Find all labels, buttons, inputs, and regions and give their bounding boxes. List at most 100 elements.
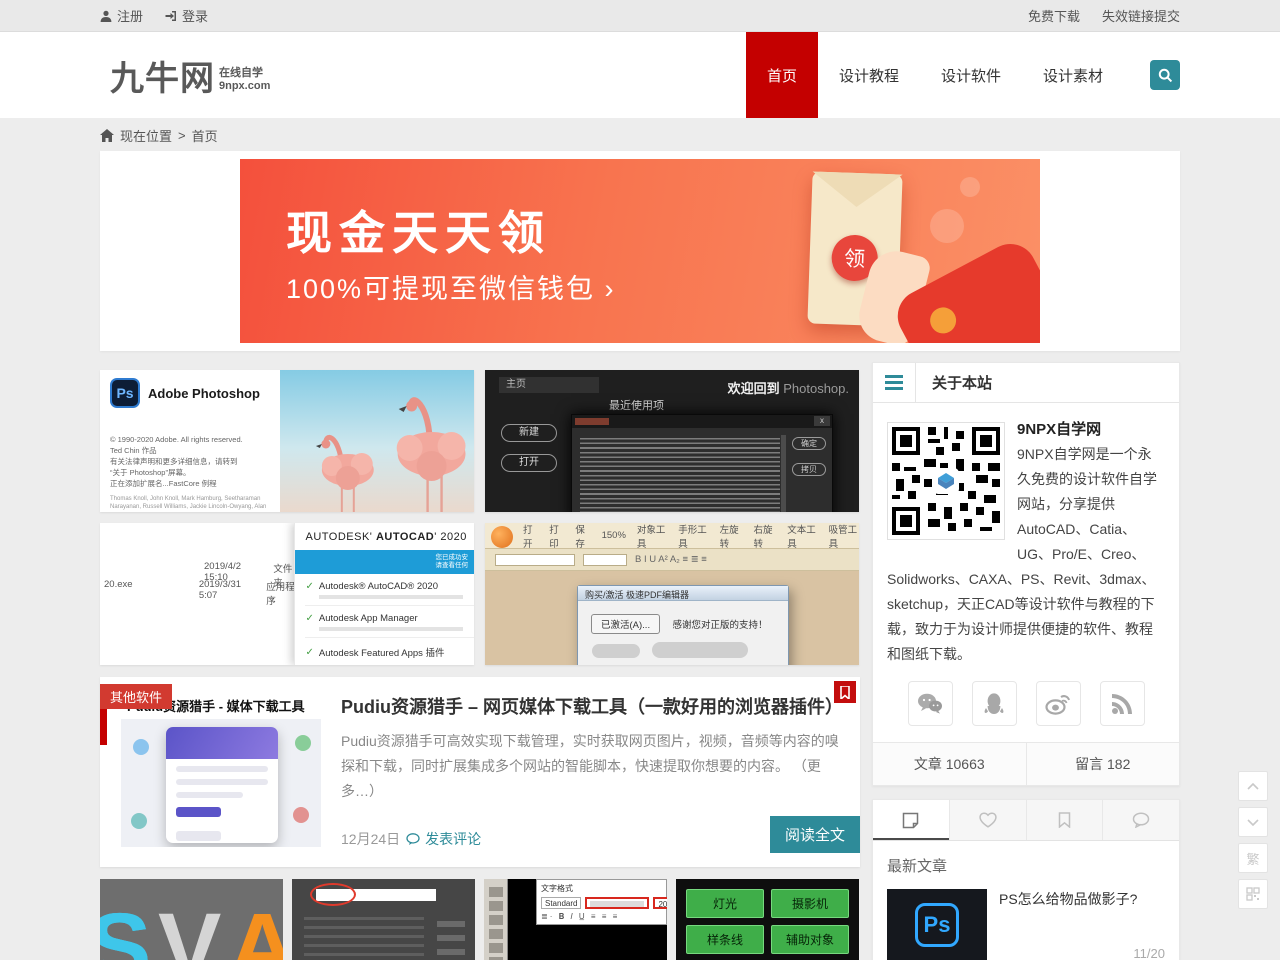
copy-button: 拷贝 [792, 463, 826, 476]
stat-comments[interactable]: 留言 182 [1026, 743, 1180, 785]
main-column: Ps Adobe Photoshop © 1990-2020 Adobe. Al… [100, 362, 860, 960]
breadcrumb: 现在位置 > 首页 [100, 118, 1180, 151]
nav-item-home[interactable]: 首页 [746, 32, 818, 118]
rss-icon [1111, 693, 1133, 715]
article-thumbnail[interactable]: Pudiu资源猎手 - 媒体下载工具 [121, 695, 321, 847]
menu-icon[interactable] [873, 363, 916, 402]
stat-articles[interactable]: 文章 10663 [873, 743, 1026, 785]
format-icons: B I U A² A₂ ≡ ≣ ≡ [635, 554, 707, 565]
activation-dialog: 购买/激活 极速PDF编辑器 已激活(A)... 感谢您对正版的支持！ [577, 585, 789, 665]
tab-latest-posts[interactable] [873, 800, 950, 840]
user-icon [100, 10, 112, 22]
widget-tabs [873, 800, 1179, 841]
site-stats: 文章 10663 留言 182 [873, 742, 1179, 785]
qr-center-logo [933, 468, 959, 494]
home-icon [100, 129, 114, 142]
site-name: 9NPX自学网 [1017, 421, 1101, 438]
about-title: 关于本站 [916, 372, 992, 393]
nav-item-materials[interactable]: 设计素材 [1022, 32, 1124, 118]
post-title[interactable]: PS怎么给物品做影子? [999, 889, 1165, 909]
promo-banner[interactable]: 现金天天领 100%可提现至微信钱包 › 领 [240, 159, 1040, 343]
traditional-chinese-button[interactable]: 繁 [1238, 843, 1268, 873]
latest-posts: 最新文章 Ps PS怎么给物品做影子? 11/20 [873, 841, 1179, 960]
bottom-thumbnail-grid: S V A 文字格式 [100, 879, 860, 960]
tab-comments[interactable] [1103, 800, 1179, 840]
search-button[interactable] [1150, 60, 1180, 90]
list-item[interactable]: Ps PS怎么给物品做影子? 11/20 [887, 889, 1165, 960]
thumb-autocad-textstyle[interactable]: 文字格式 Standard 20 ≣· 𝐁 𝐼 U̲ ≡ ≡ ≡ 刘海 [484, 879, 667, 960]
site-logo[interactable]: 九牛网 在线自学 9npx.com [110, 51, 270, 100]
splash-credits: Thomas Knoll, John Knoll, Mark Hamburg, … [110, 495, 270, 512]
dead-link-submit-link[interactable]: 失效链接提交 [1102, 6, 1180, 25]
page: 注册 登录 免费下载 失效链接提交 九牛网 在线自学 9npx.com [0, 0, 1280, 960]
bookmark-icon [1058, 812, 1071, 828]
thumb-adobe-apps[interactable]: S V A [100, 879, 283, 960]
thumb-settings-dialog[interactable] [292, 879, 475, 960]
heart-icon [979, 812, 997, 828]
thumb-photoshop-welcome[interactable]: 主页 欢迎回到 Photoshop. 最近使用项 新建 打开 x 确定 拷贝 [485, 370, 859, 512]
floating-toolbar: 繁 [1238, 771, 1268, 909]
scroll-bottom-button[interactable] [1238, 807, 1268, 837]
ok-button: 确定 [792, 437, 826, 450]
blurred-text-lines [580, 435, 780, 512]
search-icon [1158, 68, 1173, 83]
category-tag[interactable]: 其他软件 [100, 684, 172, 709]
dialog-titlebar: 购买/激活 极速PDF编辑器 [578, 586, 788, 601]
welcome-title: 欢迎回到 Photoshop. [728, 378, 849, 397]
note-icon [902, 812, 919, 829]
qq-link[interactable] [972, 681, 1017, 726]
comments-link[interactable]: 发表评论 [406, 829, 481, 849]
tab-popular[interactable] [950, 800, 1027, 840]
article-excerpt: Pudiu资源猎手可高效实现下载管理，实时获取网页图片，视频，音频等内容的嗅探和… [341, 729, 840, 804]
letter-a-tile: A [228, 893, 283, 960]
check-icon: ✓ [305, 613, 313, 624]
extension-popup-graphic [166, 727, 278, 843]
nav-item-tutorials[interactable]: 设计教程 [818, 32, 920, 118]
thumb-3dsmax-panel[interactable]: 灯光 摄影机 样条线 辅助对象 首选项: 塌陷堆栈 动画 [676, 879, 859, 960]
article-title[interactable]: Pudiu资源猎手 – 网页媒体下载工具（一款好用的浏览器插件） [341, 695, 840, 719]
home-tab: 主页 [499, 377, 599, 393]
read-more-button[interactable]: 阅读全文 [770, 816, 860, 853]
size-dropdown [583, 554, 627, 566]
about-widget: 关于本站 [872, 362, 1180, 786]
sign-in-icon [165, 10, 177, 22]
free-download-link[interactable]: 免费下载 [1028, 6, 1080, 25]
format-icons: ≣· 𝐁 𝐼 U̲ ≡ ≡ ≡ [541, 912, 662, 922]
canvas-text: 刘海 [575, 945, 661, 960]
tab-bookmarks[interactable] [1027, 800, 1104, 840]
thumb-pdf-editor[interactable]: 打开打印保存150%对象工具手形工具左旋转右旋转文本工具吸管工具 B I U A… [485, 523, 859, 665]
splines-button: 样条线 [686, 925, 764, 954]
splash-text: © 1990-2020 Adobe. All rights reserved. … [110, 434, 270, 489]
qr-button[interactable] [1238, 879, 1268, 909]
topbar: 注册 登录 免费下载 失效链接提交 [0, 0, 1280, 32]
wechat-link[interactable] [908, 681, 953, 726]
latest-widget: 最新文章 Ps PS怎么给物品做影子? 11/20 [872, 799, 1180, 960]
breadcrumb-current[interactable]: 首页 [192, 126, 218, 145]
topbar-left: 注册 登录 [100, 6, 208, 25]
thumb-autocad-install[interactable]: 2019/4/2 15:10文件夹 20.exe2019/3/31 5:07应用… [100, 523, 474, 665]
qr-code [887, 422, 1005, 540]
letter-v-tile: V [158, 893, 221, 960]
install-success-banner: 您已成功安 请查看任何 [295, 550, 474, 574]
blurred-text-line [319, 627, 462, 631]
redacted-blob [652, 642, 748, 658]
latest-header: 最新文章 [887, 855, 1165, 876]
qq-icon [983, 692, 1005, 716]
rss-link[interactable] [1100, 681, 1145, 726]
app-logo-icon [491, 526, 513, 548]
scroll-top-button[interactable] [1238, 771, 1268, 801]
decoration [295, 735, 311, 751]
autocad-install-panel: AUTODESK' AUTOCAD' 2020 您已成功安 请查看任何 ✓Aut… [294, 523, 474, 665]
scrollbar [781, 435, 786, 512]
article-card: Pudiu资源猎手 - 媒体下载工具 其他软件 Pudiu资源猎手 [100, 677, 860, 867]
thumb-photoshop-splash[interactable]: Ps Adobe Photoshop © 1990-2020 Adobe. Al… [100, 370, 474, 512]
sidebar: 关于本站 [872, 362, 1180, 960]
logo-subtext: 在线自学 9npx.com [219, 67, 270, 93]
check-icon: ✓ [305, 647, 313, 658]
widget-header: 关于本站 [873, 363, 1179, 403]
wechat-icon [917, 693, 943, 715]
login-link[interactable]: 登录 [165, 6, 208, 25]
nav-item-software[interactable]: 设计软件 [920, 32, 1022, 118]
weibo-link[interactable] [1036, 681, 1081, 726]
register-link[interactable]: 注册 [100, 6, 143, 25]
